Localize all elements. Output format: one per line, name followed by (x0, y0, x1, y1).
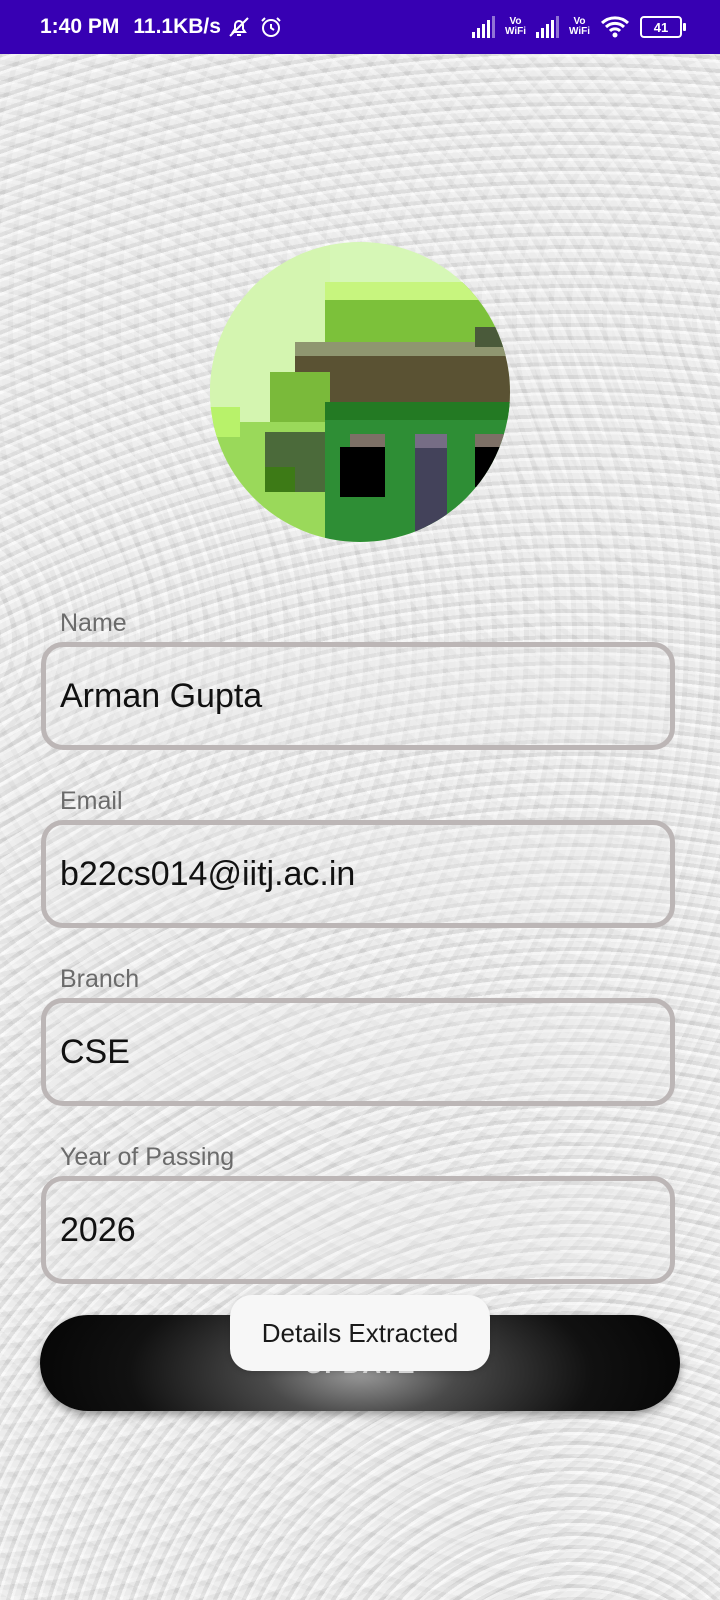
bell-off-icon (229, 17, 249, 37)
year-label: Year of Passing (60, 1143, 235, 1171)
battery-icon: 41 (640, 16, 686, 38)
vowifi-label: Vo WiFi (504, 16, 526, 37)
profile-avatar[interactable] (210, 242, 510, 542)
signal-icon (471, 16, 495, 38)
name-field[interactable] (41, 642, 675, 750)
branch-label: Branch (60, 965, 140, 993)
wifi-icon (600, 16, 630, 38)
vowifi-label: Vo WiFi (568, 16, 590, 37)
name-label: Name (60, 609, 127, 637)
year-input[interactable] (60, 1181, 650, 1279)
email-label: Email (60, 787, 123, 815)
email-field[interactable] (41, 820, 675, 928)
alarm-icon (261, 17, 281, 37)
network-speed: 11.1KB/s (133, 15, 221, 38)
clock: 1:40 PM (40, 15, 120, 38)
email-input[interactable] (60, 825, 650, 923)
branch-field[interactable] (41, 998, 675, 1106)
year-field[interactable] (41, 1176, 675, 1284)
name-input[interactable] (60, 647, 650, 745)
battery-level: 41 (653, 19, 669, 35)
signal-icon (535, 16, 559, 38)
status-bar: 1:40 PM 11.1KB/s Vo WiFi Vo WiFi 41 (0, 0, 720, 54)
toast-message: Details Extracted (230, 1295, 490, 1371)
branch-input[interactable] (60, 1003, 650, 1101)
